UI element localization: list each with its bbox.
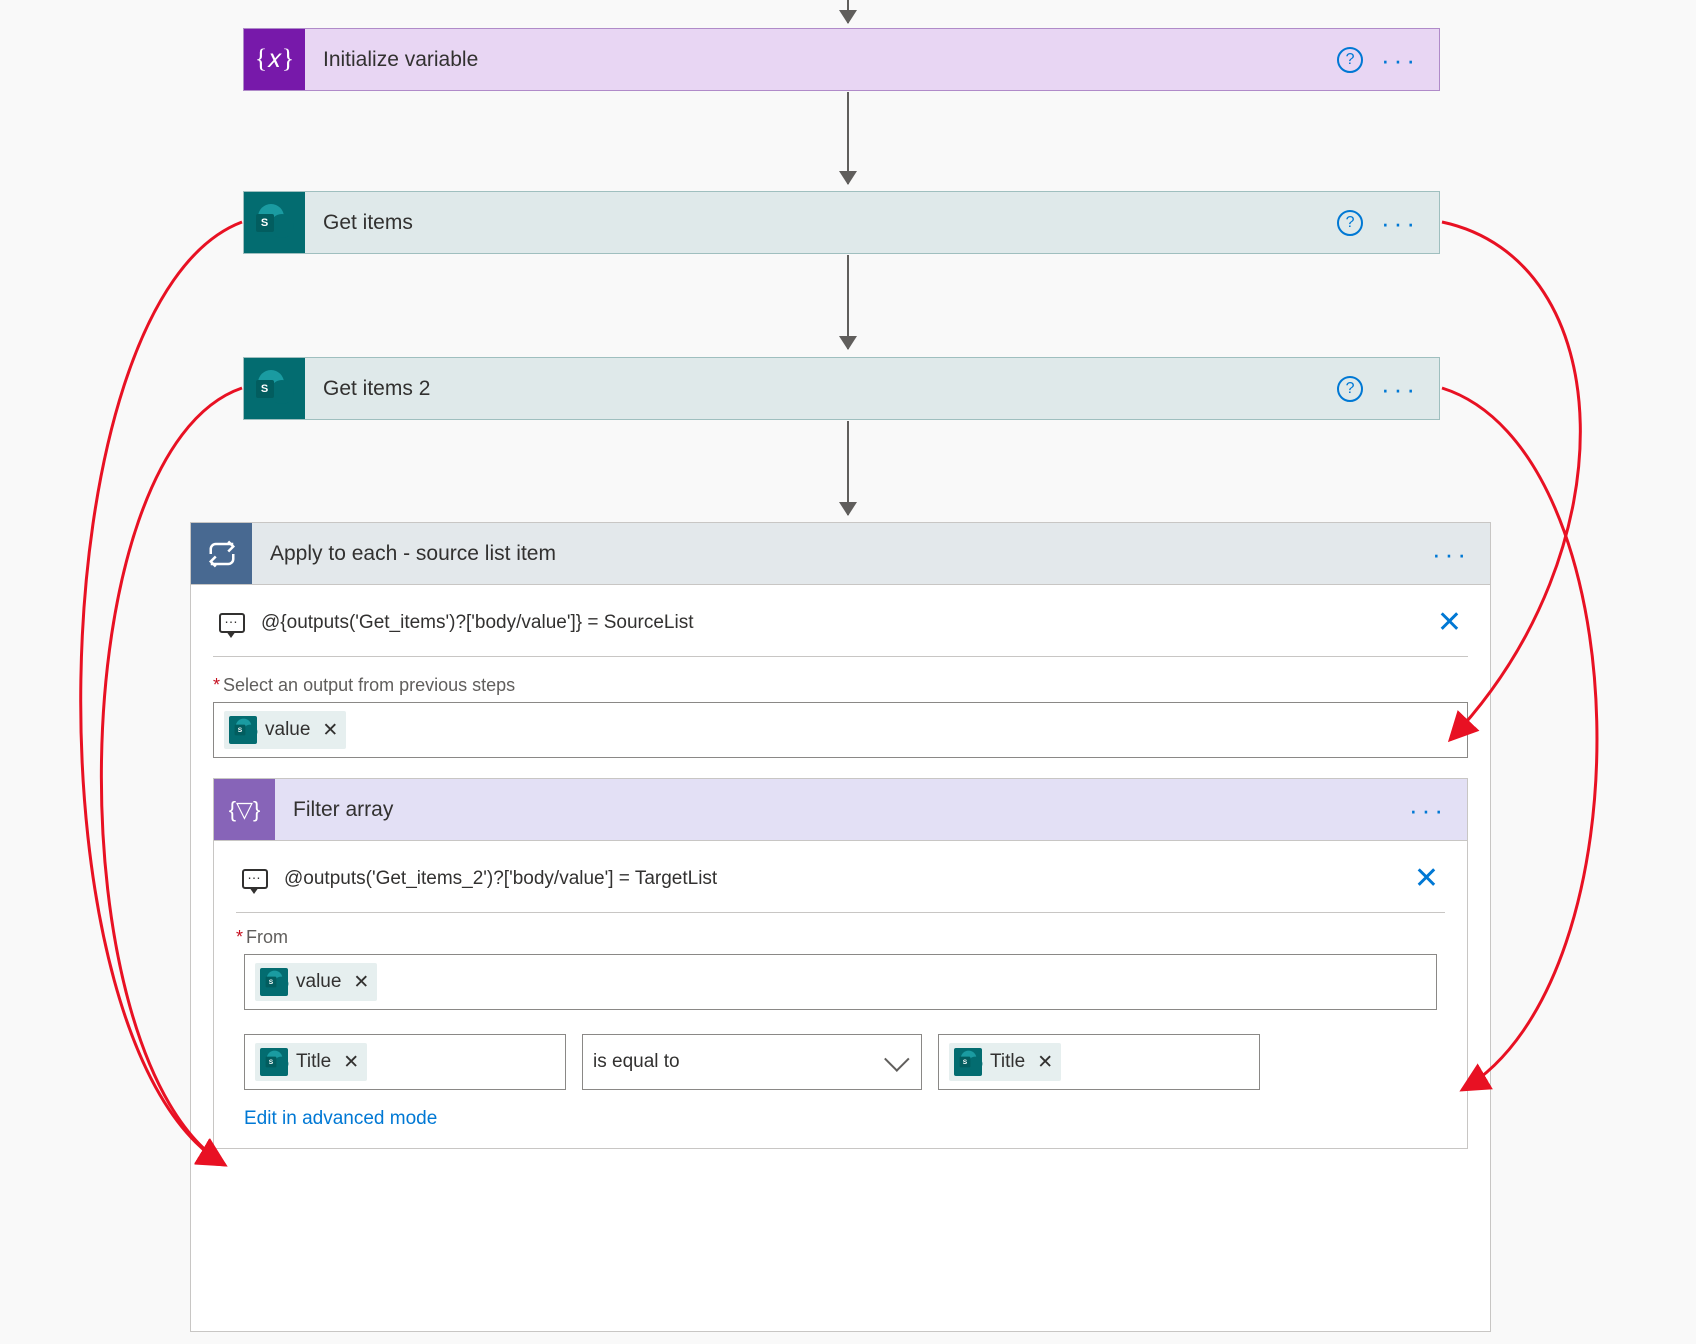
close-icon[interactable]: ✕ (1437, 605, 1462, 640)
token-title[interactable]: S Title ✕ (255, 1043, 367, 1081)
operator-text: is equal to (593, 1051, 680, 1073)
filter-right-operand[interactable]: S Title ✕ (938, 1034, 1260, 1090)
action-title: Initialize variable (305, 48, 1337, 72)
comment-row: @{outputs('Get_items')?['body/value']} =… (191, 585, 1490, 656)
from-input[interactable]: S value ✕ (244, 954, 1437, 1010)
filter-icon: {▽} (214, 779, 275, 840)
sharepoint-icon: S (244, 192, 305, 253)
flow-arrow (847, 255, 849, 349)
help-icon[interactable]: ? (1337, 376, 1363, 402)
token-value[interactable]: S value ✕ (224, 711, 346, 749)
divider (236, 912, 1445, 913)
comment-text: @outputs('Get_items_2')?['body/value'] =… (284, 868, 1414, 890)
action-title: Get items (305, 211, 1337, 235)
help-icon[interactable]: ? (1337, 47, 1363, 73)
comment-text: @{outputs('Get_items')?['body/value']} =… (261, 612, 1437, 634)
comment-icon (219, 613, 245, 633)
sharepoint-icon: S (954, 1048, 982, 1076)
action-title: Filter array (275, 798, 1409, 822)
help-icon[interactable]: ? (1337, 210, 1363, 236)
flow-arrow (847, 0, 849, 23)
action-filter-array: {▽} Filter array ··· @outputs('Get_items… (213, 778, 1468, 1149)
remove-token-icon[interactable]: ✕ (322, 719, 338, 742)
scope-header[interactable]: Apply to each - source list item ··· (191, 523, 1490, 585)
edit-advanced-mode-link[interactable]: Edit in advanced mode (214, 1090, 1467, 1148)
filter-left-operand[interactable]: S Title ✕ (244, 1034, 566, 1090)
sharepoint-icon: S (260, 1048, 288, 1076)
field-label-from: *From (214, 927, 1467, 954)
token-label: value (265, 719, 310, 741)
more-menu-icon[interactable]: ··· (1381, 376, 1419, 402)
close-icon[interactable]: ✕ (1414, 861, 1439, 896)
scope-title: Apply to each - source list item (252, 542, 1432, 566)
variable-icon: {𝑥} (244, 29, 305, 90)
chevron-down-icon (884, 1046, 909, 1071)
remove-token-icon[interactable]: ✕ (343, 1051, 359, 1074)
token-title[interactable]: S Title ✕ (949, 1043, 1061, 1081)
action-get-items-2[interactable]: S Get items 2 ? ··· (243, 357, 1440, 420)
scope-apply-to-each: Apply to each - source list item ··· @{o… (190, 522, 1491, 1332)
remove-token-icon[interactable]: ✕ (1037, 1051, 1053, 1074)
more-menu-icon[interactable]: ··· (1409, 797, 1447, 823)
loop-icon (191, 523, 252, 584)
action-title: Get items 2 (305, 377, 1337, 401)
flow-arrow (847, 421, 849, 515)
more-menu-icon[interactable]: ··· (1381, 47, 1419, 73)
filter-header[interactable]: {▽} Filter array ··· (214, 779, 1467, 841)
token-label: value (296, 971, 341, 993)
token-value[interactable]: S value ✕ (255, 963, 377, 1001)
divider (213, 656, 1468, 657)
token-label: Title (990, 1051, 1025, 1073)
more-menu-icon[interactable]: ··· (1432, 541, 1470, 567)
comment-row: @outputs('Get_items_2')?['body/value'] =… (214, 841, 1467, 912)
select-output-input[interactable]: S value ✕ (213, 702, 1468, 758)
comment-icon (242, 869, 268, 889)
filter-operator-select[interactable]: is equal to (582, 1034, 922, 1090)
token-label: Title (296, 1051, 331, 1073)
filter-condition-row: S Title ✕ is equal to S Title ✕ (214, 1024, 1467, 1090)
sharepoint-icon: S (229, 716, 257, 744)
flow-arrow (847, 92, 849, 184)
remove-token-icon[interactable]: ✕ (353, 971, 369, 994)
action-initialize-variable[interactable]: {𝑥} Initialize variable ? ··· (243, 28, 1440, 91)
more-menu-icon[interactable]: ··· (1381, 210, 1419, 236)
sharepoint-icon: S (244, 358, 305, 419)
action-get-items[interactable]: S Get items ? ··· (243, 191, 1440, 254)
sharepoint-icon: S (260, 968, 288, 996)
field-label-select-output: *Select an output from previous steps (191, 675, 1490, 702)
